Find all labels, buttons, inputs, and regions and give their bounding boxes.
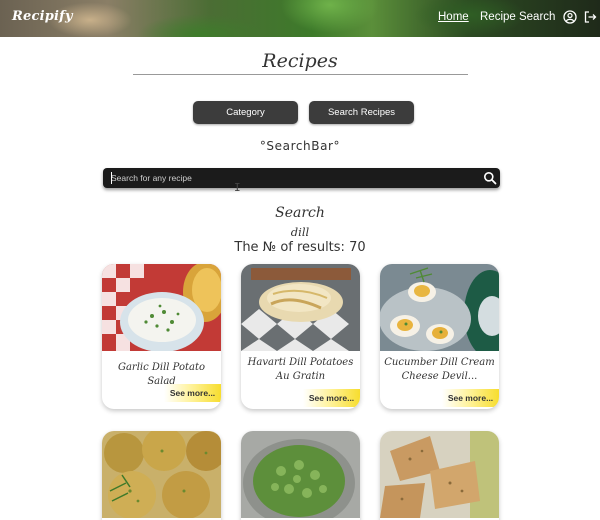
recipe-image — [241, 431, 360, 518]
see-more-button[interactable]: See more... — [442, 389, 499, 407]
nav-home-link[interactable]: Home — [438, 11, 469, 23]
nav-recipe-search-link[interactable]: Recipe Search — [480, 11, 555, 23]
recipe-card[interactable] — [380, 431, 499, 520]
recipe-image — [102, 431, 221, 518]
logout-icon[interactable] — [583, 10, 597, 24]
recipe-card[interactable]: Garlic Dill Potato Salad See more... — [102, 264, 221, 409]
recipe-image — [380, 264, 499, 351]
recipe-image — [241, 264, 360, 351]
text-cursor-icon: I — [234, 181, 241, 194]
searchbar-label: °SearchBar° — [259, 139, 341, 153]
recipe-card[interactable]: Cucumber Dill Cream Cheese Devil... See … — [380, 264, 499, 409]
see-more-button[interactable]: See more... — [164, 384, 221, 402]
input-caret — [111, 172, 112, 184]
recipe-image — [102, 264, 221, 351]
title-divider — [133, 74, 468, 75]
search-term: dill — [290, 225, 310, 239]
recipe-card-title: Havarti Dill Potatoes Au Gratin — [247, 357, 354, 382]
recipe-card[interactable]: Havarti Dill Potatoes Au Gratin See more… — [241, 264, 360, 409]
recipe-card[interactable] — [102, 431, 221, 520]
category-button[interactable]: Category — [193, 101, 298, 124]
recipe-card-title: Cucumber Dill Cream Cheese Devil... — [384, 357, 495, 382]
app-logo[interactable]: Recipify — [12, 9, 73, 24]
search-bar — [103, 168, 500, 188]
result-count: The № of results: 70 — [234, 240, 366, 255]
recipe-card[interactable] — [241, 431, 360, 520]
user-circle-icon[interactable] — [563, 10, 577, 24]
recipe-image — [380, 431, 499, 518]
search-icon[interactable] — [483, 171, 497, 185]
search-recipes-button[interactable]: Search Recipes — [309, 101, 414, 124]
search-input[interactable] — [111, 170, 471, 186]
page-title: Recipes — [262, 50, 338, 72]
see-more-button[interactable]: See more... — [303, 389, 360, 407]
header-banner: Recipify Home Recipe Search — [0, 0, 600, 37]
results-heading: Search — [275, 205, 325, 221]
